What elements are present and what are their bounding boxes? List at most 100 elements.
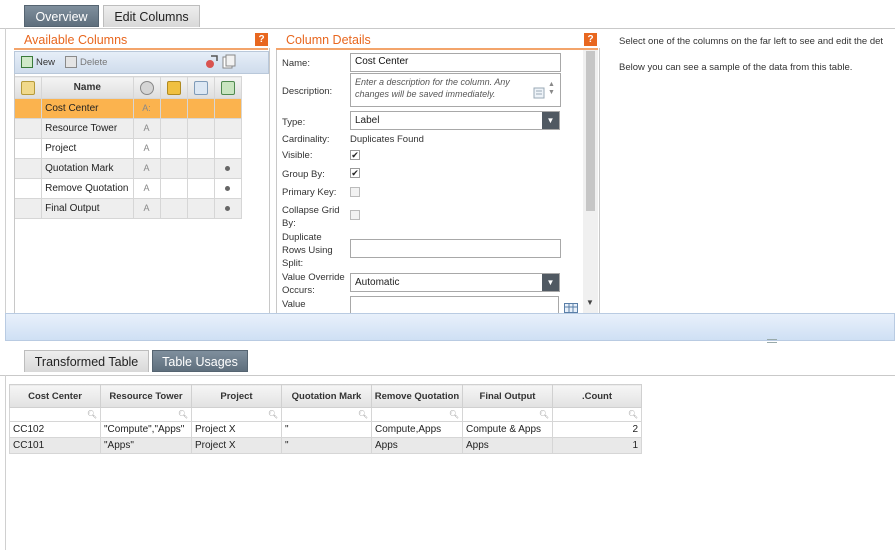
column-type: A	[132, 178, 161, 199]
column-details-underline	[276, 48, 598, 50]
visible-checkbox[interactable]: ✔	[350, 150, 360, 160]
table-cell: CC101	[9, 437, 101, 454]
flow-icon[interactable]	[205, 54, 219, 76]
primary-key-checkbox[interactable]	[350, 187, 360, 197]
available-columns-help-icon[interactable]: ?	[255, 33, 268, 46]
copy-icon[interactable]	[222, 54, 236, 76]
data-table-header: Cost Center Resource Tower Project Quota…	[9, 384, 642, 408]
bottom-tab-bar: Transformed Table Table Usages	[0, 347, 895, 376]
tab-table-usages[interactable]: Table Usages	[152, 350, 248, 372]
top-tab-bar: Overview Edit Columns	[0, 0, 895, 29]
edit-icon[interactable]	[13, 76, 43, 99]
description-field[interactable]: Enter a description for the column. Any …	[350, 73, 561, 107]
chevron-down-icon: ▼	[542, 274, 559, 291]
tab-edit-columns[interactable]: Edit Columns	[103, 5, 200, 27]
description-label: Description:	[282, 86, 333, 97]
available-columns-border	[14, 74, 15, 313]
column-row[interactable]: Quotation Mark A	[13, 158, 243, 179]
available-columns-right-border	[269, 48, 270, 313]
table-cell: 2	[552, 421, 642, 438]
column-name: Project	[41, 138, 134, 159]
value-field[interactable]	[350, 296, 559, 313]
column-details-title: Column Details	[286, 33, 371, 47]
details-right-border	[599, 48, 600, 313]
tab-transformed-table[interactable]: Transformed Table	[24, 350, 149, 372]
table-cell: 1	[552, 437, 642, 454]
column-header[interactable]: Final Output	[462, 384, 553, 408]
info-line-2: Below you can see a sample of the data f…	[619, 62, 853, 73]
details-scrollbar[interactable]: ▼	[583, 50, 598, 313]
table-cell: CC102	[9, 421, 101, 438]
filter-row: 🔍︎ 🔍︎ 🔍︎ 🔍︎ 🔍︎ 🔍︎ 🔍︎	[9, 407, 642, 422]
value-override-select[interactable]: Automatic ▼	[350, 273, 560, 292]
table-row[interactable]: CC102 "Compute","Apps" Project X " Compu…	[9, 421, 642, 438]
name-column-header[interactable]: Name	[41, 76, 134, 99]
available-columns-toolbar: New Delete	[14, 51, 269, 74]
table-cell: Project X	[191, 437, 282, 454]
table-cell: "Compute","Apps"	[100, 421, 192, 438]
type-select-value: Label	[355, 115, 380, 126]
group-by-label: Group By:	[282, 169, 325, 180]
details-scrollbar-thumb[interactable]	[586, 51, 595, 211]
table-cell: Apps	[371, 437, 463, 454]
bottom-left-border	[5, 375, 6, 550]
filter-search-icon[interactable]: 🔍︎	[552, 407, 642, 422]
info-line-1: Select one of the columns on the far lef…	[619, 36, 884, 47]
group-by-checkbox[interactable]: ✔	[350, 168, 360, 178]
column-name: Remove Quotation	[41, 178, 134, 199]
filter-search-icon[interactable]: 🔍︎	[191, 407, 282, 422]
collapse-grid-checkbox[interactable]	[350, 210, 360, 220]
new-button[interactable]: New	[21, 52, 55, 74]
primary-key-label: Primary Key:	[282, 187, 337, 198]
column-details-help-icon[interactable]: ?	[584, 33, 597, 46]
remove-quote-dot	[213, 198, 243, 219]
column-header[interactable]: Quotation Mark	[281, 384, 372, 408]
column-row[interactable]: Project A	[13, 138, 243, 159]
table-cell: Project X	[191, 421, 282, 438]
column-type: A	[132, 158, 161, 179]
new-button-label: New	[36, 57, 56, 68]
table-icon[interactable]	[564, 303, 578, 313]
description-scroll-arrows-icon[interactable]: ▲ ▼	[548, 81, 555, 97]
column-row[interactable]: Final Output A	[13, 198, 243, 219]
type-select[interactable]: Label ▼	[350, 111, 560, 130]
duplicate-rows-field[interactable]	[350, 239, 561, 258]
column-type: A:	[132, 98, 161, 119]
table-cell: "	[281, 421, 372, 438]
cardinality-value: Duplicates Found	[350, 134, 424, 145]
column-header[interactable]: Cost Center	[9, 384, 101, 408]
splitter-bar[interactable]	[5, 313, 895, 343]
collapse-icon[interactable]	[186, 76, 215, 99]
column-header[interactable]: Remove Quotation	[371, 384, 463, 408]
filter-search-icon[interactable]: 🔍︎	[462, 407, 553, 422]
column-row[interactable]: Resource Tower A	[13, 118, 243, 139]
columns-grid-header: Name	[13, 76, 243, 99]
delete-button[interactable]: Delete	[65, 52, 107, 74]
column-type: A	[132, 118, 161, 139]
tab-overview[interactable]: Overview	[24, 5, 99, 27]
column-details-left-border	[276, 48, 277, 313]
column-row[interactable]: Cost Center A:	[13, 98, 243, 119]
notepad-icon[interactable]	[533, 87, 545, 99]
splitter-grip-icon[interactable]	[767, 339, 777, 343]
table-cell: "Apps"	[100, 437, 192, 454]
filter-search-icon[interactable]: 🔍︎	[100, 407, 192, 422]
visible-label: Visible:	[282, 150, 313, 161]
value-label: Value	[282, 299, 306, 310]
remove-quote-icon[interactable]	[213, 76, 243, 99]
value-override-label: Value Override Occurs:	[282, 272, 345, 296]
name-field[interactable]: Cost Center	[350, 53, 561, 72]
key-icon[interactable]	[159, 76, 188, 99]
collapse-grid-label: Collapse Grid By:	[282, 205, 340, 229]
settings-icon[interactable]	[132, 76, 161, 99]
column-row[interactable]: Remove Quotation A	[13, 178, 243, 199]
filter-search-icon[interactable]: 🔍︎	[9, 407, 101, 422]
filter-search-icon[interactable]: 🔍︎	[281, 407, 372, 422]
column-header[interactable]: .Count	[552, 384, 642, 408]
filter-search-icon[interactable]: 🔍︎	[371, 407, 463, 422]
left-border	[5, 28, 6, 313]
scroll-down-icon[interactable]: ▼	[586, 298, 594, 307]
table-row[interactable]: CC101 "Apps" Project X " Apps Apps 1	[9, 437, 642, 454]
column-header[interactable]: Project	[191, 384, 282, 408]
column-header[interactable]: Resource Tower	[100, 384, 192, 408]
